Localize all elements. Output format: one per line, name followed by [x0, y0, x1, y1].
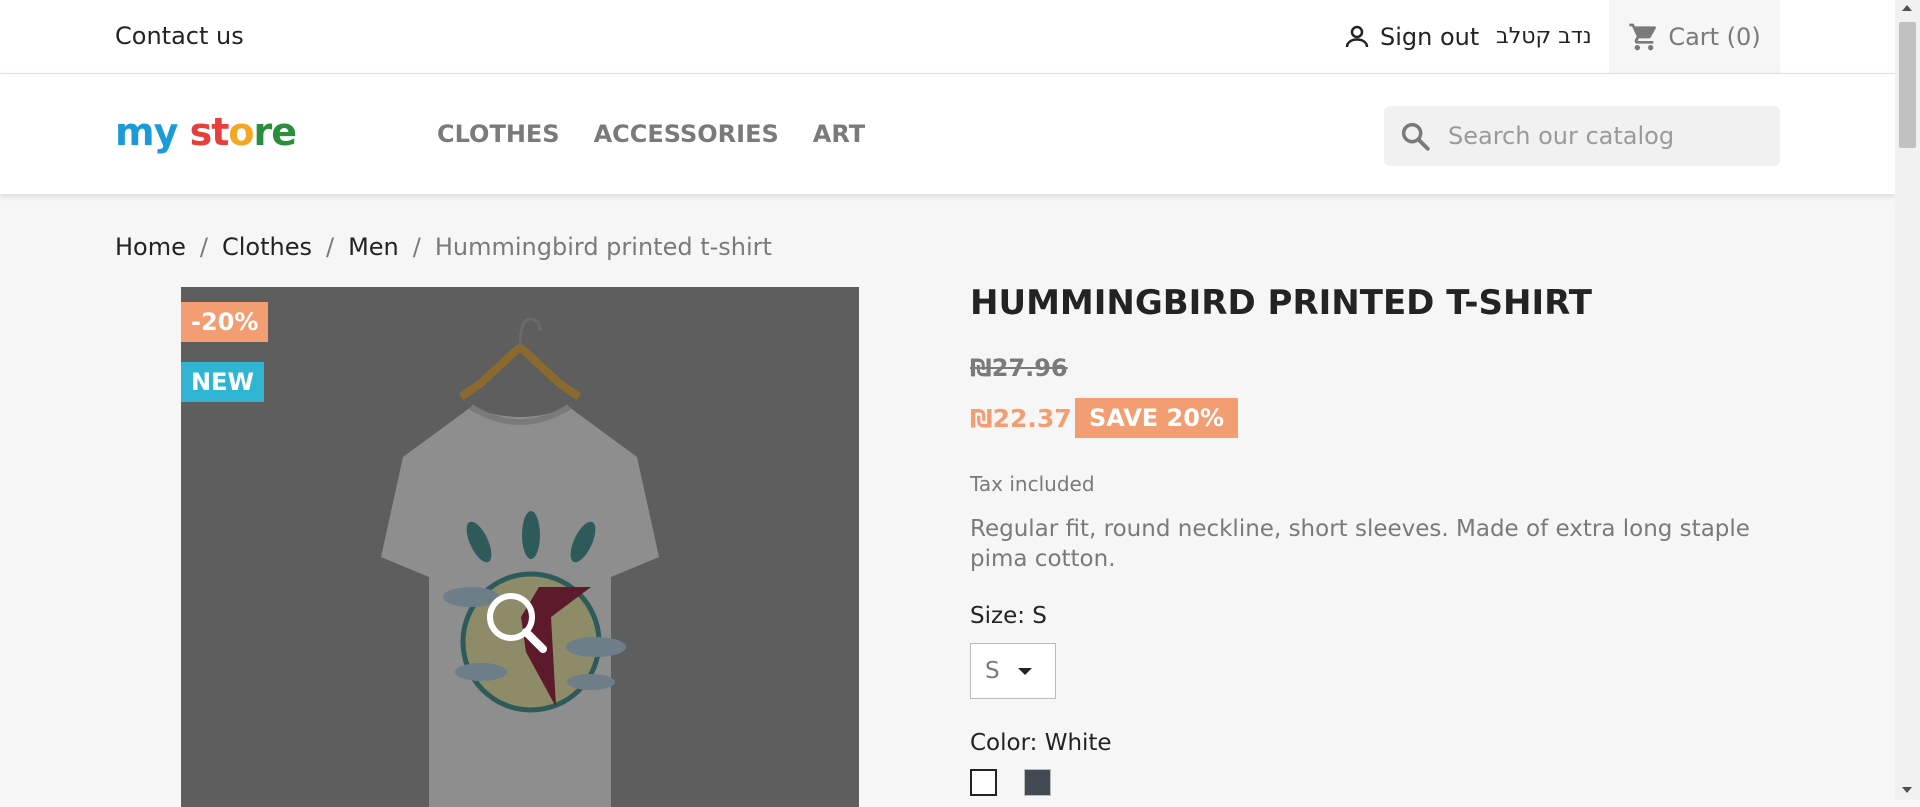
logo-text-part: re: [253, 110, 298, 154]
menu-item-accessories[interactable]: ACCESSORIES: [594, 120, 779, 148]
save-badge: SAVE 20%: [1075, 398, 1238, 438]
size-select[interactable]: S: [970, 643, 1056, 699]
shopping-cart-icon: [1629, 23, 1657, 50]
main-menu: CLOTHES ACCESSORIES ART: [437, 120, 865, 148]
logo-text-part: st: [189, 110, 230, 154]
menu-item-clothes[interactable]: CLOTHES: [437, 120, 560, 148]
current-price: ₪22.37: [970, 404, 1072, 433]
search-input[interactable]: [1446, 121, 1770, 151]
breadcrumb-separator: /: [412, 233, 421, 261]
tshirt-image: [381, 317, 659, 807]
breadcrumb-clothes[interactable]: Clothes: [222, 233, 312, 261]
logo-text-part: o: [228, 110, 254, 154]
top-nav-bar: Contact us Sign out נדב קטלב Cart (0): [0, 0, 1895, 74]
menu-item-art[interactable]: ART: [813, 120, 865, 148]
size-label: Size: S: [970, 603, 1047, 629]
breadcrumb-separator: /: [325, 233, 335, 261]
product-image[interactable]: [181, 287, 859, 807]
person-icon: [1345, 25, 1369, 48]
new-badge: NEW: [181, 362, 264, 402]
scrollbar-thumb[interactable]: [1899, 22, 1916, 148]
page-scrollbar[interactable]: [1895, 0, 1920, 800]
scroll-up-icon[interactable]: [1902, 5, 1912, 11]
chevron-down-icon: [1017, 667, 1032, 675]
breadcrumb: Home / Clothes / Men / Hummingbird print…: [115, 233, 772, 261]
product-description: Regular fit, round neckline, short sleev…: [970, 516, 1750, 572]
search-box: [1384, 106, 1780, 166]
product-title: Hummingbird printed t-shirt: [970, 283, 1592, 323]
color-swatch-white[interactable]: [970, 769, 997, 796]
breadcrumb-separator: /: [199, 233, 208, 261]
contact-us-link[interactable]: Contact us: [115, 22, 244, 50]
store-logo[interactable]: my store: [115, 110, 298, 154]
sign-out-link[interactable]: Sign out: [1342, 22, 1479, 52]
tax-note: Tax included: [970, 472, 1095, 496]
breadcrumb-home[interactable]: Home: [115, 233, 186, 261]
breadcrumb-current: Hummingbird printed t-shirt: [434, 233, 772, 261]
logo-text-part: [177, 110, 189, 154]
cart-label: Cart (0): [1668, 22, 1761, 51]
cart-button[interactable]: Cart (0): [1609, 0, 1780, 73]
sign-out-label: Sign out: [1380, 23, 1480, 51]
size-select-value: S: [985, 658, 1000, 684]
regular-price: ₪27.96: [970, 354, 1068, 382]
user-account-name[interactable]: נדב קטלב: [1496, 24, 1592, 49]
color-swatch-black[interactable]: [1024, 769, 1051, 796]
site-header: my store CLOTHES ACCESSORIES ART: [0, 74, 1895, 194]
scroll-down-icon[interactable]: [1902, 787, 1912, 793]
discount-badge: -20%: [181, 302, 269, 342]
breadcrumb-men[interactable]: Men: [348, 233, 399, 261]
search-icon[interactable]: [1398, 119, 1432, 153]
color-label: Color: White: [970, 730, 1112, 756]
logo-text-part: my: [115, 110, 178, 154]
